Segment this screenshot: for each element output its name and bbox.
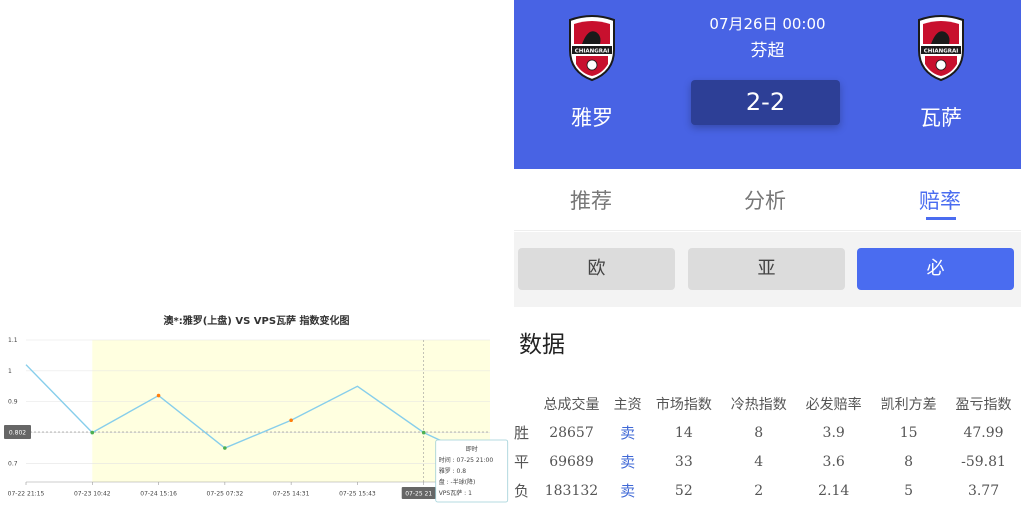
odds-type-selector: 欧 亚 必 bbox=[514, 232, 1021, 307]
table-header: 必发赔率 bbox=[805, 396, 862, 413]
table-cell: -59.81 bbox=[961, 453, 1006, 470]
table-header: 盈亏指数 bbox=[955, 396, 1012, 413]
table-cell: 4 bbox=[754, 453, 764, 470]
tooltip-handicap: 盘 : -半球(降) bbox=[439, 478, 476, 486]
tooltip-away-odds: VPS瓦萨 : 1 bbox=[439, 489, 472, 497]
table-cell: 卖 bbox=[620, 424, 636, 442]
table-cell: 3.77 bbox=[967, 482, 1000, 499]
score-box: 2-2 bbox=[691, 80, 840, 125]
table-cell: 2 bbox=[754, 482, 764, 499]
table-header: 市场指数 bbox=[655, 396, 712, 413]
tooltip-home-odds: 雅罗 : 0.8 bbox=[439, 467, 467, 475]
data-point bbox=[223, 446, 227, 450]
chart-title: 澳*:雅罗(上盘) VS VPS瓦萨 指数变化图 bbox=[163, 316, 350, 327]
tab-recommend[interactable]: 推荐 bbox=[570, 185, 612, 215]
row-label: 平 bbox=[514, 453, 530, 471]
table-cell: 2.14 bbox=[818, 482, 850, 499]
table-cell: 5 bbox=[904, 482, 914, 499]
section-title: 数据 bbox=[519, 332, 565, 358]
x-tick-label: 07-25 07:32 bbox=[207, 491, 244, 498]
x-tick-label: 07-25 14:31 bbox=[273, 491, 310, 498]
table-cell: 28657 bbox=[549, 424, 594, 441]
data-point bbox=[90, 430, 95, 435]
data-point bbox=[421, 430, 426, 435]
y-tick-label: 1.1 bbox=[8, 337, 18, 344]
data-point bbox=[156, 393, 161, 398]
table-cell: 69689 bbox=[549, 453, 594, 470]
screen: 澳*:雅罗(上盘) VS VPS瓦萨 指数变化图 0.70.80.911.107… bbox=[0, 0, 1021, 512]
svg-text:CHIANGRAI: CHIANGRAI bbox=[924, 49, 959, 55]
data-point bbox=[289, 418, 293, 423]
table-cell: 8 bbox=[754, 424, 764, 441]
segment-asia[interactable]: 亚 bbox=[688, 248, 845, 290]
table-row: 负 183132 卖 52 2 2.14 5 3.77 bbox=[514, 476, 1021, 505]
match-header: CHIANGRAI 雅罗 07月26日 00:00 芬超 2-2 CHIANGR… bbox=[514, 0, 1021, 169]
tooltip-time: 时间 : 07-25 21:00 bbox=[439, 456, 494, 464]
away-team-crest-icon: CHIANGRAI bbox=[918, 15, 964, 82]
y-tick-label: 0.7 bbox=[8, 460, 18, 467]
table-cell: 183132 bbox=[544, 482, 599, 499]
tab-analysis[interactable]: 分析 bbox=[744, 185, 786, 215]
table-header: 冷热指数 bbox=[730, 396, 787, 413]
x-tick-label: 07-25 21 bbox=[405, 491, 432, 498]
x-tick-label: 07-25 15:43 bbox=[339, 491, 376, 498]
table-cell: 14 bbox=[674, 424, 693, 441]
tab-bar: 推荐 分析 赔率 bbox=[514, 169, 1021, 231]
tooltip-title: 即时 bbox=[466, 445, 478, 453]
table-cell: 15 bbox=[899, 424, 918, 441]
away-team-name: 瓦萨 bbox=[920, 106, 962, 130]
table-cell: 52 bbox=[674, 482, 693, 499]
table-row: 平 69689 卖 33 4 3.6 8 -59.81 bbox=[514, 447, 1021, 476]
reference-label: 0.802 bbox=[9, 429, 26, 436]
table-cell: 3.6 bbox=[822, 453, 845, 470]
table-cell: 8 bbox=[904, 453, 914, 470]
active-tab-indicator bbox=[926, 217, 956, 220]
row-label: 胜 bbox=[514, 424, 530, 442]
table-row: 胜 28657 卖 14 8 3.9 15 47.99 bbox=[514, 418, 1021, 447]
betfair-data-table: 总成交量 主资 市场指数 冷热指数 必发赔率 凯利方差 盈亏指数 胜 28657… bbox=[514, 389, 1021, 505]
away-team[interactable]: CHIANGRAI 瓦萨 bbox=[886, 14, 996, 132]
segment-betfair[interactable]: 必 bbox=[857, 248, 1014, 290]
y-tick-label: 0.9 bbox=[8, 399, 18, 406]
table-cell: 3.9 bbox=[822, 424, 845, 441]
table-header: 总成交量 bbox=[543, 396, 600, 413]
highlight-band bbox=[92, 340, 491, 482]
x-tick-label: 07-22 21:15 bbox=[8, 491, 45, 498]
home-team-name: 雅罗 bbox=[571, 106, 613, 130]
table-header: 主资 bbox=[613, 396, 642, 413]
y-tick-label: 1 bbox=[8, 368, 12, 375]
table-cell: 卖 bbox=[620, 482, 636, 500]
segment-europe[interactable]: 欧 bbox=[518, 248, 675, 290]
table-header-row: 总成交量 主资 市场指数 冷热指数 必发赔率 凯利方差 盈亏指数 bbox=[514, 389, 1021, 418]
odds-line-chart[interactable]: 0.70.80.911.107-22 21:1507-23 10:4207-24… bbox=[0, 330, 513, 512]
table-header: 凯利方差 bbox=[880, 396, 937, 413]
table-header bbox=[514, 389, 534, 418]
x-tick-label: 07-23 10:42 bbox=[74, 491, 111, 498]
table-cell: 47.99 bbox=[963, 424, 1004, 441]
tab-odds[interactable]: 赔率 bbox=[919, 185, 961, 215]
odds-chart-panel: 澳*:雅罗(上盘) VS VPS瓦萨 指数变化图 0.70.80.911.107… bbox=[0, 0, 513, 512]
table-cell: 卖 bbox=[620, 453, 636, 471]
table-cell: 33 bbox=[674, 453, 693, 470]
match-panel: CHIANGRAI 雅罗 07月26日 00:00 芬超 2-2 CHIANGR… bbox=[514, 0, 1021, 512]
x-tick-label: 07-24 15:16 bbox=[140, 491, 177, 498]
row-label: 负 bbox=[514, 482, 530, 500]
